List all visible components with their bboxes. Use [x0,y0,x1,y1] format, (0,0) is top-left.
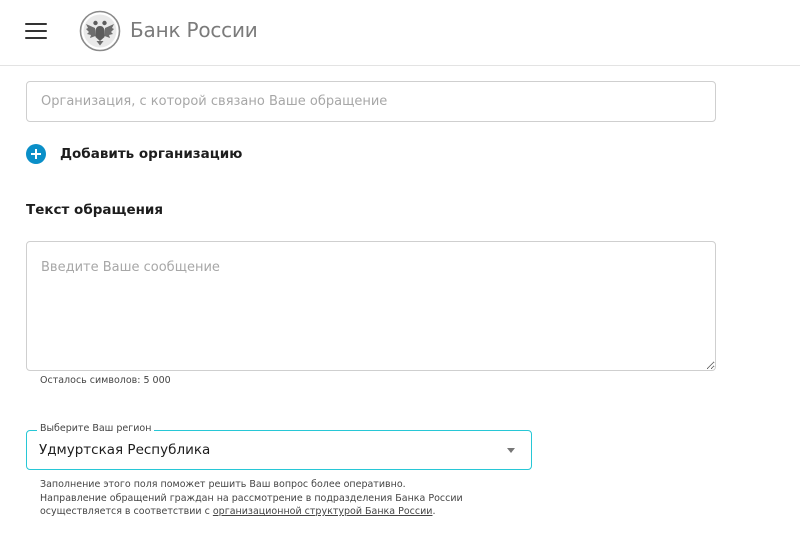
region-selected-value: Удмуртская Республика [39,442,211,458]
region-hint: Заполнение этого поля поможет решить Ваш… [40,478,640,519]
region-hint-line-1: Заполнение этого поля поможет решить Ваш… [40,479,406,490]
add-organization-label[interactable]: Добавить организацию [60,146,242,162]
plus-circle-icon[interactable] [26,144,46,164]
caret-down-icon[interactable] [507,448,515,453]
region-hint-prefix: осуществляется в соответствии с [40,506,213,517]
add-organization-button[interactable]: Добавить организацию [26,143,242,165]
org-structure-link[interactable]: организационной структурой Банка России [213,506,433,517]
organization-input[interactable] [26,81,716,122]
hamburger-menu-icon[interactable] [25,23,47,39]
bank-emblem-icon[interactable] [79,10,121,52]
site-header: Банк России [0,0,800,66]
characters-remaining: Осталось символов: 5 000 [40,375,171,386]
message-textarea[interactable] [26,241,716,371]
region-select-label: Выберите Ваш регион [37,423,155,434]
region-select[interactable]: Выберите Ваш регион Удмуртская Республик… [26,423,532,470]
region-hint-line-3: осуществляется в соответствии с организа… [40,505,640,519]
region-hint-line-2: Направление обращений граждан на рассмот… [40,492,463,504]
region-hint-suffix: . [432,506,436,517]
message-section-title: Текст обращения [26,202,164,218]
brand-name[interactable]: Банк России [130,18,258,42]
